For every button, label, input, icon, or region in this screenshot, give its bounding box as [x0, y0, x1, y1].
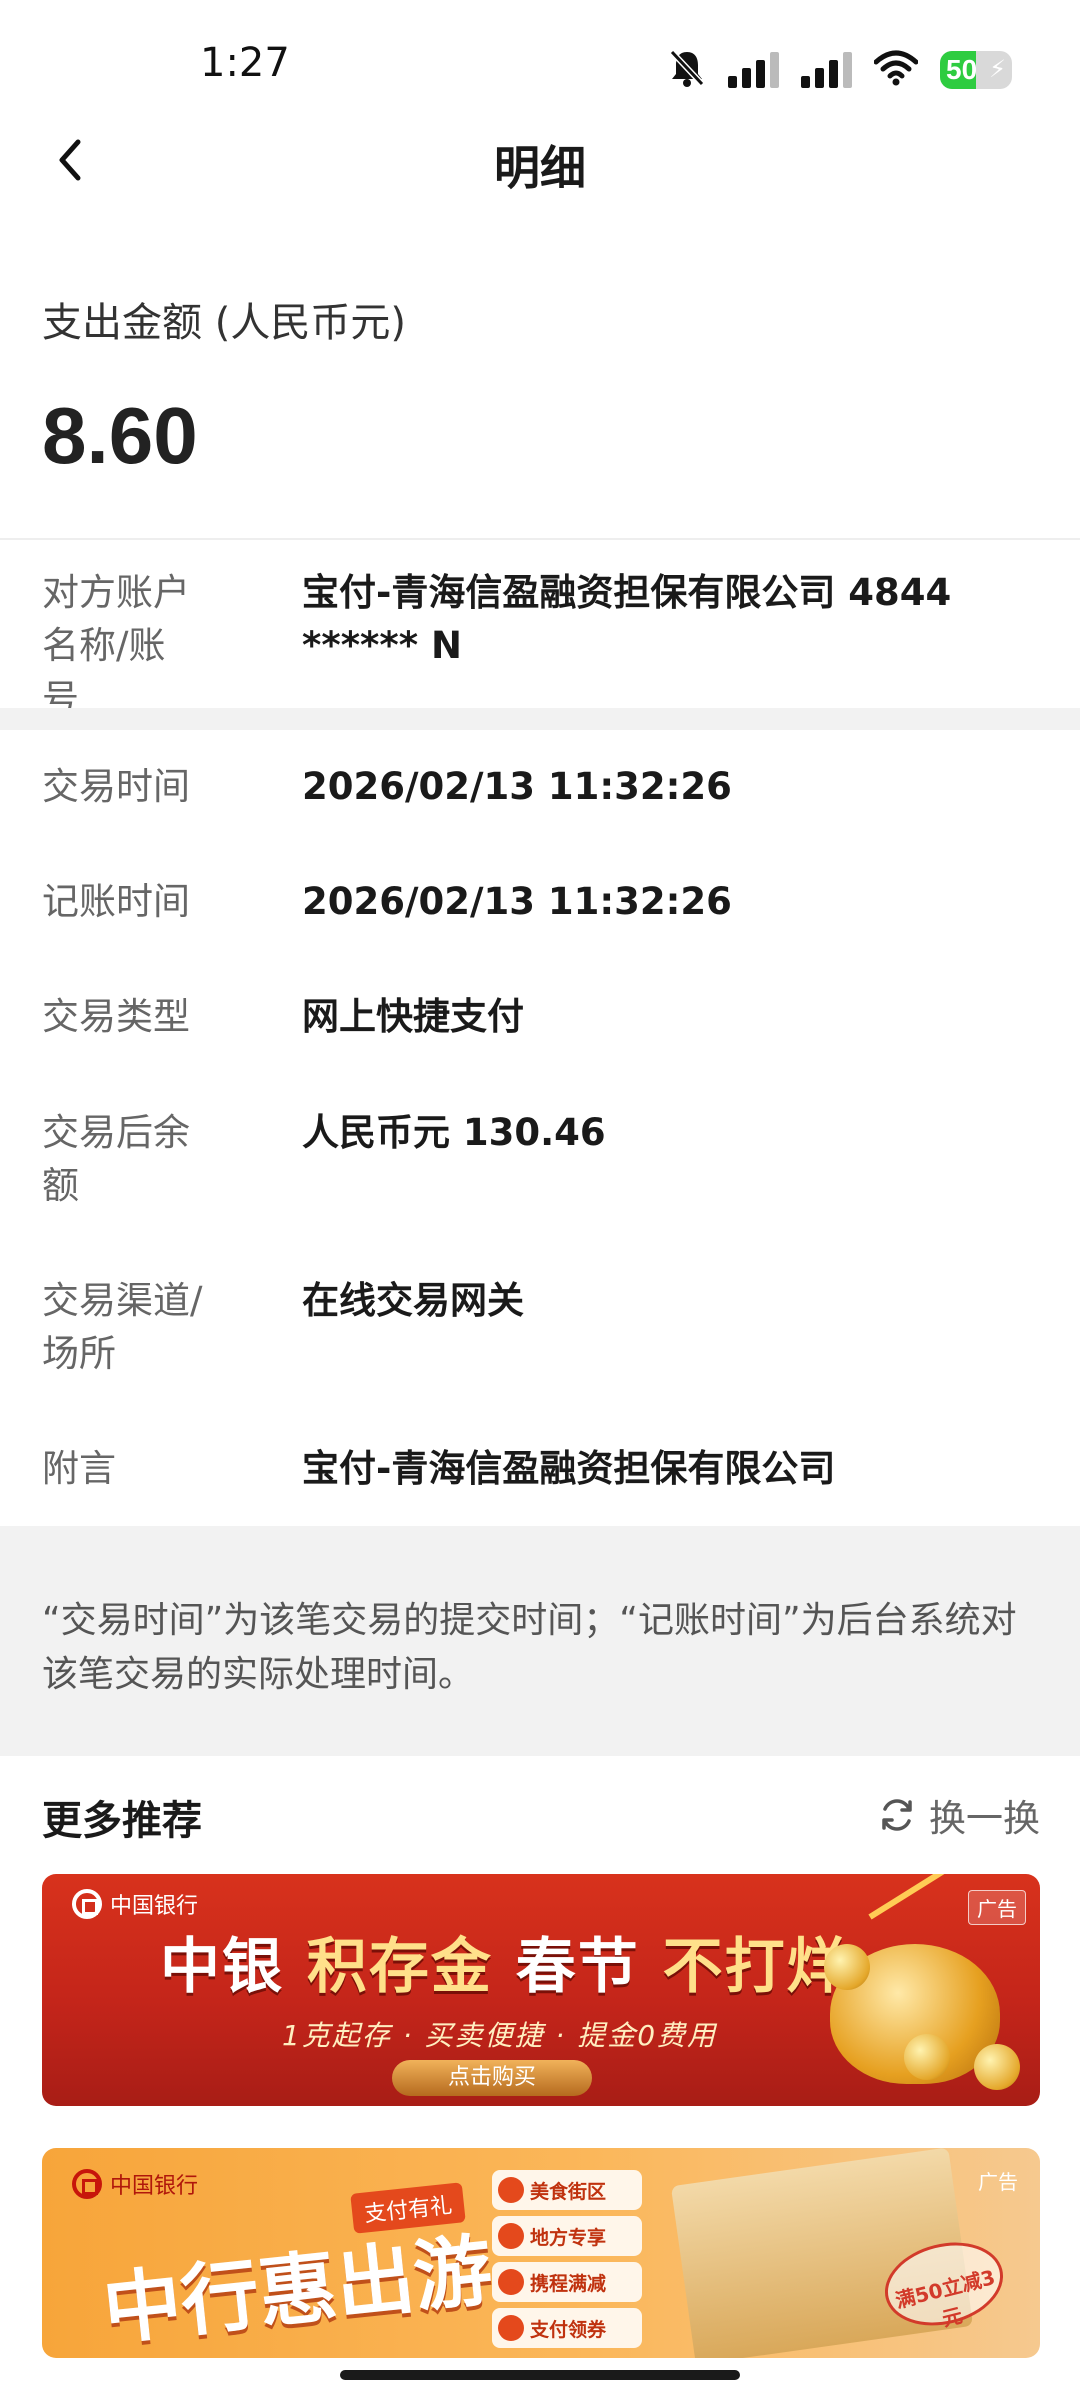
promo-item-label: 美食街区 — [530, 2180, 607, 2203]
wifi-icon — [873, 50, 919, 90]
bank-logo: 中国银行 — [72, 2168, 198, 2200]
signal-icon — [728, 52, 779, 88]
detail-label: 附言 — [42, 1447, 116, 1490]
amount-value: 8.60 — [42, 391, 198, 480]
bank-logo: 中国银行 — [72, 1888, 198, 1920]
headline-part: 春节 — [515, 1932, 640, 2002]
coin-icon — [904, 2034, 950, 2080]
detail-value: 宝付-青海信盈融资担保有限公司 — [302, 1447, 836, 1490]
bell-muted-icon — [668, 48, 706, 92]
promo-item-label: 地方专享 — [530, 2226, 607, 2249]
promo-list: 美食街区 地方专享 携程满减 支付领券 — [492, 2170, 642, 2348]
promo-item: 携程满减 — [492, 2262, 642, 2302]
home-indicator — [340, 2370, 740, 2380]
battery-charging-icon: 50 ⚡ — [940, 51, 1012, 89]
refresh-icon — [882, 1799, 912, 1831]
header: 明细 — [0, 120, 1080, 200]
bank-logo-text: 中国银行 — [110, 2174, 199, 2199]
detail-label: 交易类型 — [42, 995, 190, 1038]
buy-button[interactable]: 点击购买 — [392, 2060, 592, 2096]
coin-icon — [824, 1944, 870, 1990]
detail-value: 人民币元 130.46 — [302, 1111, 606, 1154]
boc-logo-icon — [72, 2169, 102, 2199]
boc-logo-icon — [72, 1889, 102, 1919]
promo-banner-gold[interactable]: 中国银行 广告 中银 积存金 春节 不打烊 1克起存 · 买卖便捷 · 提金0费… — [42, 1874, 1040, 2106]
counterparty-label: 对方账户名称/账号 — [42, 571, 190, 720]
luggage-icon — [498, 2269, 524, 2295]
note-box: “交易时间”为该笔交易的提交时间；“记账时间”为后台系统对该笔交易的实际处理时间… — [0, 1526, 1080, 1756]
location-icon — [498, 2223, 524, 2249]
counterparty-value: 宝付-青海信盈融资担保有限公司 4844 ****** N — [302, 571, 952, 667]
banner-headline: 中银 积存金 春节 不打烊 — [160, 1918, 849, 2005]
promo-item-label: 携程满减 — [530, 2272, 607, 2295]
divider — [0, 538, 1080, 540]
section-separator — [0, 708, 1080, 730]
food-icon — [498, 2177, 524, 2203]
detail-value: 2026/02/13 11:32:26 — [302, 765, 732, 808]
banner-headline: 中行惠出游 — [98, 2224, 497, 2357]
bank-logo-text: 中国银行 — [110, 1894, 199, 1919]
signal-icon — [801, 52, 852, 88]
refresh-button[interactable]: 换一换 — [877, 1788, 1040, 1842]
coin-icon — [974, 2044, 1020, 2090]
headline-part: 积存金 — [306, 1932, 493, 2002]
headline-part: 不打烊 — [662, 1932, 849, 2002]
status-bar: 1:27 50 ⚡ — [0, 0, 1080, 130]
promo-item: 支付领券 — [492, 2308, 642, 2348]
battery-level: 50 — [946, 54, 978, 85]
ad-tag: 广告 — [968, 1890, 1026, 1925]
status-icons: 50 ⚡ — [668, 48, 1012, 92]
coupon-icon — [498, 2315, 524, 2341]
note-text: “交易时间”为该笔交易的提交时间；“记账时间”为后台系统对该笔交易的实际处理时间… — [42, 1600, 1017, 1695]
recommend-title: 更多推荐 — [42, 1798, 202, 1844]
promo-item: 地方专享 — [492, 2216, 642, 2256]
status-time: 1:27 — [200, 40, 290, 86]
detail-label: 交易时间 — [42, 765, 190, 808]
promo-item: 美食街区 — [492, 2170, 642, 2210]
detail-label: 记账时间 — [42, 880, 190, 923]
detail-value: 网上快捷支付 — [302, 995, 524, 1038]
refresh-label: 换一换 — [929, 1797, 1040, 1840]
detail-value: 2026/02/13 11:32:26 — [302, 880, 732, 923]
detail-label: 交易渠道/场所 — [42, 1279, 203, 1375]
page-title: 明细 — [494, 141, 586, 195]
headline-part: 中银 — [160, 1932, 284, 2002]
ad-tag: 广告 — [978, 2170, 1018, 2194]
bolt-icon: ⚡ — [989, 55, 1006, 83]
promo-banner-travel[interactable]: 中国银行 广告 支付有礼 中行惠出游 美食街区 地方专享 携程满减 支付领券 满… — [42, 2148, 1040, 2358]
detail-value: 在线交易网关 — [302, 1279, 524, 1322]
amount-label: 支出金额 (人民币元) — [42, 300, 406, 346]
detail-label: 交易后余额 — [42, 1111, 190, 1207]
banner-subtitle: 1克起存 · 买卖便捷 · 提金0费用 — [282, 2019, 718, 2052]
promo-item-label: 支付领券 — [530, 2318, 607, 2341]
